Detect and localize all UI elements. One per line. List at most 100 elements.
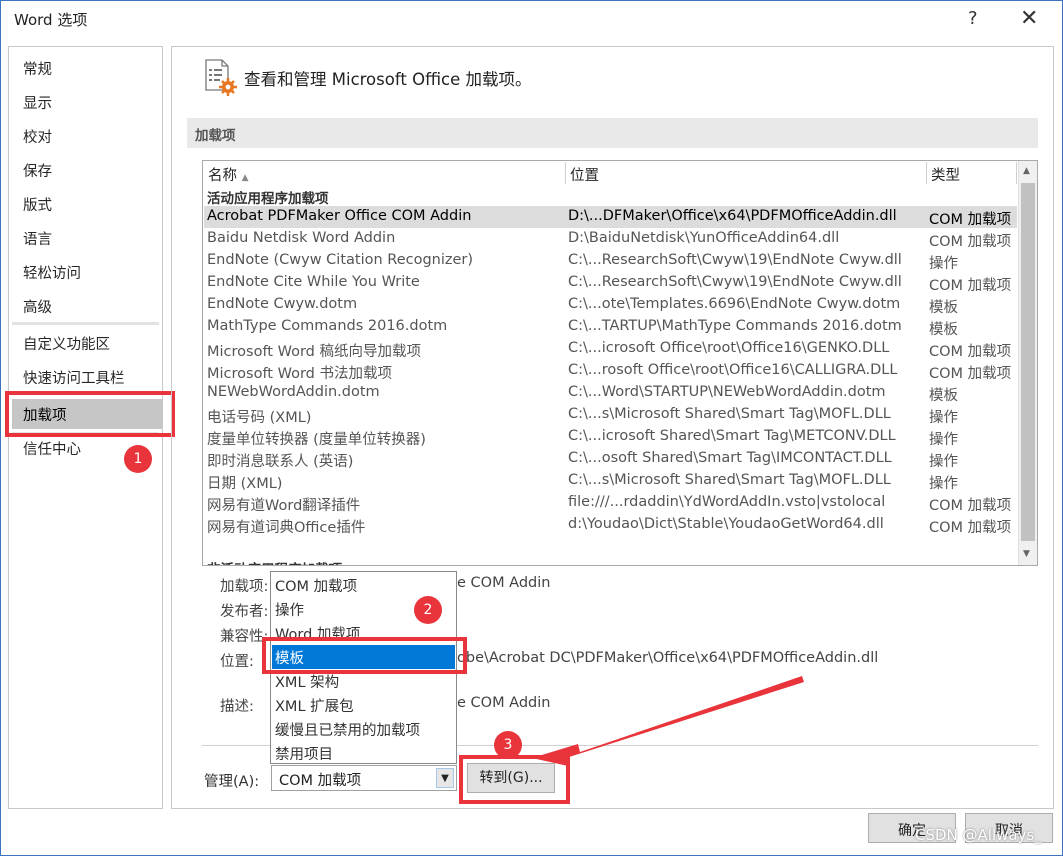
addin-location: D:\BaiduNetdisk\YunOfficeAddin64.dll bbox=[568, 230, 840, 246]
list-item[interactable]: MathType Commands 2016.dotm C:\...TARTUP\… bbox=[204, 316, 1017, 338]
addin-name: MathType Commands 2016.dotm bbox=[207, 318, 448, 334]
addin-name: 电话号码 (XML) bbox=[207, 410, 312, 426]
list-item[interactable]: 电话号码 (XML) C:\...s\Microsoft Shared\Smart… bbox=[204, 404, 1017, 426]
addin-location: C:\...icrosoft Shared\Smart Tag\METCONV.… bbox=[568, 428, 896, 444]
addin-type: 模板 bbox=[929, 388, 958, 404]
addin-type: 模板 bbox=[929, 322, 958, 338]
nav-item-quick-access-toolbar[interactable]: 快速访问工具栏 bbox=[23, 367, 125, 388]
addin-name: EndNote Cwyw.dotm bbox=[207, 296, 358, 312]
nav-item-language[interactable]: 语言 bbox=[23, 228, 52, 249]
addin-type: COM 加载项 bbox=[929, 278, 1012, 294]
nav-item-display[interactable]: 显示 bbox=[23, 92, 52, 113]
addins-section-header: 加载项 bbox=[187, 118, 1038, 148]
list-item[interactable]: EndNote Cite While You Write C:\...Resear… bbox=[204, 272, 1017, 294]
scroll-up-icon[interactable]: ▲ bbox=[1023, 166, 1030, 176]
addin-name: 网易有道词典Office插件 bbox=[207, 520, 366, 536]
detail-addin-value: e COM Addin bbox=[457, 575, 551, 591]
annotation-badge-2: 2 bbox=[414, 596, 442, 624]
dropdown-option-disabled-items[interactable]: 禁用项目 bbox=[275, 743, 333, 764]
page-heading: 查看和管理 Microsoft Office 加载项。 bbox=[244, 70, 532, 89]
addin-location: C:\...icrosoft Office\root\Office16\GENK… bbox=[568, 340, 890, 356]
help-button[interactable]: ? bbox=[968, 8, 978, 29]
detail-publisher-label: 发布者: bbox=[220, 604, 269, 620]
list-item[interactable]: Microsoft Word 书法加载项 C:\...rosoft Office\… bbox=[204, 360, 1017, 382]
addin-name: 网易有道Word翻译插件 bbox=[207, 498, 361, 514]
addin-type: 操作 bbox=[929, 476, 958, 492]
dropdown-option-slow-disabled[interactable]: 缓慢且已禁用的加载项 bbox=[275, 719, 420, 740]
nav-item-general[interactable]: 常规 bbox=[23, 58, 52, 79]
addin-name: 日期 (XML) bbox=[207, 476, 283, 492]
nav-divider bbox=[12, 322, 159, 325]
watermark: CSDN @Allways_ bbox=[915, 826, 1042, 844]
list-item[interactable]: 即时消息联系人 (英语) C:\...osoft Shared\Smart Tag… bbox=[204, 448, 1017, 470]
group-inactive-addins: 非活动应用程序加载项 bbox=[207, 558, 342, 565]
column-header-name[interactable]: 名称 ▲ bbox=[204, 162, 566, 184]
annotation-badge-1: 1 bbox=[124, 445, 152, 473]
addin-location: d:\Youdao\Dict\Stable\YoudaoGetWord64.dl… bbox=[568, 516, 884, 532]
window-title: Word 选项 bbox=[14, 11, 88, 29]
scroll-down-icon[interactable]: ▼ bbox=[1023, 549, 1030, 559]
manage-label: 管理(A): bbox=[204, 774, 260, 790]
scrollbar-thumb[interactable] bbox=[1021, 183, 1035, 541]
addin-location: C:\...rosoft Office\root\Office16\CALLIG… bbox=[568, 362, 898, 378]
addin-type: 操作 bbox=[929, 256, 958, 272]
detail-location-label: 位置: bbox=[220, 654, 254, 670]
addin-location: C:\...osoft Shared\Smart Tag\IMCONTACT.D… bbox=[568, 450, 892, 466]
close-button[interactable]: ✕ bbox=[1020, 6, 1038, 31]
column-header-location[interactable]: 位置 bbox=[566, 162, 927, 184]
addin-location: C:\...Word\STARTUP\NEWebWordAddin.dotm bbox=[568, 384, 886, 400]
detail-location-value: obe\Acrobat DC\PDFMaker\Office\x64\PDFMO… bbox=[457, 650, 879, 666]
nav-item-advanced[interactable]: 高级 bbox=[23, 296, 52, 317]
list-item[interactable]: Acrobat PDFMaker Office COM Addin D:\...D… bbox=[204, 206, 1017, 228]
addin-name: NEWebWordAddin.dotm bbox=[207, 384, 380, 400]
addin-type: 操作 bbox=[929, 410, 958, 426]
addin-name: Microsoft Word 书法加载项 bbox=[207, 366, 392, 382]
addin-type: COM 加载项 bbox=[929, 498, 1012, 514]
list-item[interactable]: 网易有道Word翻译插件 file:///...rdaddin\YdWordAdd… bbox=[204, 492, 1017, 514]
annotation-badge-3: 3 bbox=[494, 731, 522, 759]
addin-type: COM 加载项 bbox=[929, 234, 1012, 250]
list-item[interactable]: 网易有道词典Office插件 d:\Youdao\Dict\Stable\Youd… bbox=[204, 514, 1017, 536]
annotation-box-templates bbox=[262, 637, 467, 674]
addin-name: EndNote (Cwyw Citation Recognizer) bbox=[207, 252, 474, 268]
addin-name: Baidu Netdisk Word Addin bbox=[207, 230, 396, 246]
addin-location: C:\...ResearchSoft\Cwyw\19\EndNote Cwyw.… bbox=[568, 274, 902, 290]
manage-select[interactable]: COM 加载项 ▼ bbox=[271, 765, 457, 791]
manage-select-value: COM 加载项 bbox=[279, 773, 362, 789]
detail-addin-label: 加载项: bbox=[220, 579, 269, 595]
addin-location: C:\...TARTUP\MathType Commands 2016.dotm bbox=[568, 318, 902, 334]
nav-item-accessibility[interactable]: 轻松访问 bbox=[23, 262, 81, 283]
addin-location: C:\...s\Microsoft Shared\Smart Tag\MOFL.… bbox=[568, 472, 891, 488]
addin-location: C:\...ResearchSoft\Cwyw\19\EndNote Cwyw.… bbox=[568, 252, 902, 268]
nav-item-customize-ribbon[interactable]: 自定义功能区 bbox=[23, 333, 110, 354]
addins-list[interactable]: 名称 ▲ 位置 类型 活动应用程序加载项 Acrobat PDFMaker Of… bbox=[202, 160, 1038, 566]
addin-name: 度量单位转换器 (度量单位转换器) bbox=[207, 432, 426, 448]
list-item[interactable]: 日期 (XML) C:\...s\Microsoft Shared\Smart T… bbox=[204, 470, 1017, 492]
dropdown-option-xml-schema[interactable]: XML 架构 bbox=[275, 671, 339, 692]
nav-item-layout[interactable]: 版式 bbox=[23, 194, 52, 215]
addin-type: COM 加载项 bbox=[929, 344, 1012, 360]
dropdown-option-xml-expansion[interactable]: XML 扩展包 bbox=[275, 695, 354, 716]
nav-item-proofing[interactable]: 校对 bbox=[23, 126, 52, 147]
addin-location: D:\...DFMaker\Office\x64\PDFMOfficeAddin… bbox=[568, 208, 897, 224]
addin-name: 即时消息联系人 (英语) bbox=[207, 454, 354, 470]
list-item[interactable]: Microsoft Word 稿纸向导加载项 C:\...icrosoft Off… bbox=[204, 338, 1017, 360]
addin-name: Acrobat PDFMaker Office COM Addin bbox=[207, 208, 472, 224]
list-item[interactable]: 度量单位转换器 (度量单位转换器) C:\...icrosoft Shared\S… bbox=[204, 426, 1017, 448]
list-item[interactable]: NEWebWordAddin.dotm C:\...Word\STARTUP\NE… bbox=[204, 382, 1017, 404]
addin-location: C:\...s\Microsoft Shared\Smart Tag\MOFL.… bbox=[568, 406, 891, 422]
chevron-down-icon[interactable]: ▼ bbox=[436, 768, 454, 788]
nav-item-trust-center[interactable]: 信任中心 bbox=[23, 438, 81, 459]
column-header-type[interactable]: 类型 bbox=[927, 162, 1017, 184]
addin-type: COM 加载项 bbox=[929, 212, 1012, 228]
group-active-addins: 活动应用程序加载项 bbox=[207, 191, 329, 207]
annotation-arrow bbox=[532, 676, 804, 766]
dropdown-option-actions[interactable]: 操作 bbox=[275, 599, 304, 620]
list-item[interactable]: EndNote (Cwyw Citation Recognizer) C:\...… bbox=[204, 250, 1017, 272]
addin-type: COM 加载项 bbox=[929, 366, 1012, 382]
list-item[interactable]: EndNote Cwyw.dotm C:\...ote\Templates.669… bbox=[204, 294, 1017, 316]
sort-ascending-icon: ▲ bbox=[241, 173, 249, 183]
dropdown-option-com[interactable]: COM 加载项 bbox=[275, 575, 357, 596]
list-item[interactable]: Baidu Netdisk Word Addin D:\BaiduNetdisk\… bbox=[204, 228, 1017, 250]
nav-item-save[interactable]: 保存 bbox=[23, 160, 52, 181]
